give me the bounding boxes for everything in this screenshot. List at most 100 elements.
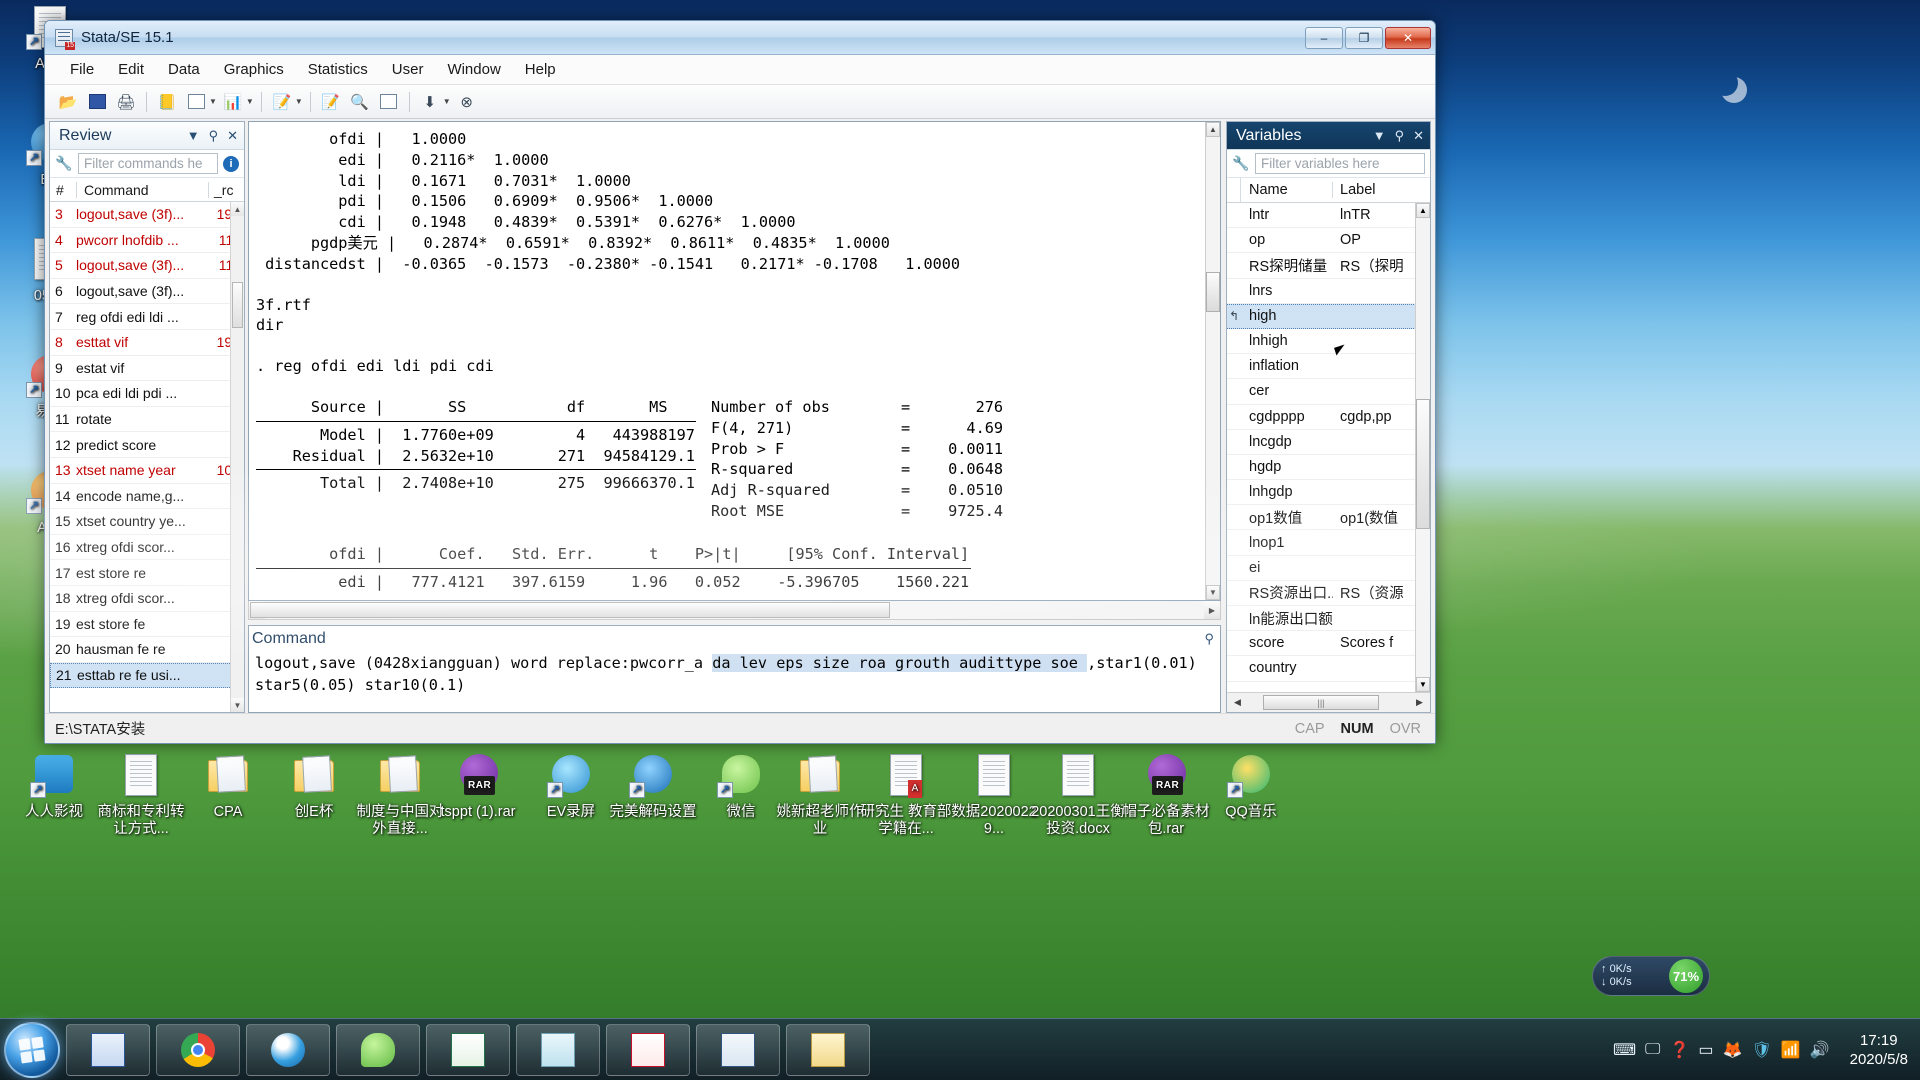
list-item[interactable]: ei (1227, 556, 1430, 581)
network-icon[interactable]: 📶 (1781, 1040, 1801, 1060)
taskbar-button-ie[interactable] (246, 1023, 330, 1076)
table-row[interactable]: 17 est store re (50, 560, 244, 586)
log-icon[interactable]: 📒 (154, 90, 180, 114)
table-row[interactable]: 15 xtset country ye... (50, 509, 244, 535)
scrollbar-thumb[interactable] (250, 602, 890, 618)
scroll-up-icon[interactable]: ▲ (1206, 122, 1220, 137)
chevron-down-icon[interactable]: ▼ (246, 97, 254, 106)
table-row[interactable]: 7 reg ofdi edi ldi ... (50, 304, 244, 330)
table-row[interactable]: 12 predict score (50, 432, 244, 458)
list-item[interactable]: cgdpppp cgdp,pp (1227, 405, 1430, 430)
taskbar-button-notes[interactable] (516, 1023, 600, 1076)
data-browser-icon[interactable]: 🔍 (347, 90, 373, 114)
table-row[interactable]: 20 hausman fe re (50, 637, 244, 663)
table-row[interactable]: 9 estat vif (50, 356, 244, 382)
variables-manager-icon[interactable] (376, 90, 402, 114)
list-item[interactable]: lnrs (1227, 279, 1430, 304)
table-row[interactable]: 18 xtreg ofdi scor... (50, 586, 244, 612)
results-vertical-scrollbar[interactable]: ▲ ▼ (1205, 122, 1220, 600)
scroll-left-icon[interactable]: ◀ (1229, 694, 1246, 711)
desktop-icon[interactable]: 数据20200229... (946, 752, 1042, 838)
menu-item-graphics[interactable]: Graphics (213, 57, 295, 82)
close-icon[interactable]: ✕ (1413, 128, 1424, 144)
pin-icon[interactable]: ⚲ (209, 128, 219, 144)
list-item[interactable]: RS资源出口... RS（资源 (1227, 581, 1430, 606)
break-icon[interactable]: ⊗ (454, 90, 480, 114)
menu-item-edit[interactable]: Edit (107, 57, 155, 82)
do-editor-icon[interactable]: 📝 (269, 90, 295, 114)
table-row[interactable]: 13 xtset name year 109 (50, 458, 244, 484)
table-row[interactable]: 5logout,save (3f)...111 (50, 253, 244, 279)
close-button[interactable]: ✕ (1385, 26, 1431, 49)
table-row[interactable]: 14 encode name,g... (50, 484, 244, 510)
list-item[interactable]: cer (1227, 379, 1430, 405)
taskbar-clock[interactable]: 17:19 2020/5/8 (1840, 1031, 1908, 1069)
variables-vertical-scrollbar[interactable]: ▲ ▼ (1415, 203, 1430, 692)
review-scrollbar[interactable]: ▲ ▼ (230, 202, 244, 712)
pin-icon[interactable]: ⚲ (1395, 128, 1405, 144)
info-icon[interactable]: i (223, 155, 239, 172)
desktop-icon[interactable]: CPA (180, 752, 276, 821)
minimize-button[interactable]: – (1305, 26, 1343, 49)
scrollbar-thumb[interactable] (1416, 399, 1430, 529)
help-icon[interactable]: ❓ (1669, 1040, 1689, 1060)
scroll-right-icon[interactable]: ▶ (1411, 694, 1428, 711)
print-icon[interactable]: 🖨 (113, 90, 139, 114)
desktop-icon[interactable]: QQ音乐 (1203, 752, 1299, 821)
table-row[interactable]: 4pwcorr lnofdib ...111 (50, 228, 244, 254)
results-horizontal-scrollbar[interactable]: ◀ ▶ (248, 601, 1221, 620)
list-item[interactable]: hgdp (1227, 455, 1430, 481)
scroll-down-icon[interactable]: ▼ (231, 698, 244, 712)
desktop-icon[interactable]: 商标和专利转让方式... (93, 752, 189, 838)
filter-icon[interactable]: ▼ (187, 128, 200, 144)
more-icon[interactable]: ⬇ (417, 90, 443, 114)
variables-horizontal-scrollbar[interactable]: ◀ ||| ▶ (1227, 692, 1430, 712)
table-row[interactable]: 3 logout,save (3f)... 199 (50, 202, 244, 228)
taskbar-button-acrobat[interactable] (606, 1023, 690, 1076)
keyboard-icon[interactable]: ⌨ (1613, 1040, 1636, 1060)
taskbar-button-explorer[interactable] (786, 1023, 870, 1076)
scroll-up-icon[interactable]: ▲ (231, 202, 244, 216)
window-titlebar[interactable]: Stata/SE 15.1 – ❐ ✕ (45, 21, 1435, 55)
save-icon[interactable] (84, 90, 110, 114)
pin-icon[interactable]: ⚲ (1204, 631, 1214, 647)
scrollbar-thumb[interactable]: ||| (1263, 695, 1379, 710)
network-speed-widget[interactable]: ↑ 0K/s ↓ 0K/s 71% (1592, 956, 1710, 996)
table-row[interactable]: 16 xtreg ofdi scor... (50, 535, 244, 561)
desktop-icon[interactable]: 姚新超老师作业 (772, 752, 868, 838)
scroll-right-icon[interactable]: ▶ (1204, 601, 1220, 619)
command-input[interactable]: logout,save (0428xiangguan) word replace… (249, 652, 1220, 712)
taskbar-button-excel[interactable] (426, 1023, 510, 1076)
filter-icon[interactable]: ▼ (1373, 128, 1386, 144)
table-row[interactable]: 6 logout,save (3f)... (50, 279, 244, 305)
list-item[interactable]: country (1227, 656, 1430, 682)
close-icon[interactable]: ✕ (227, 128, 238, 144)
list-item[interactable]: score Scores f (1227, 631, 1430, 657)
maximize-button[interactable]: ❐ (1345, 26, 1383, 49)
desktop-icon[interactable]: 创E杯 (266, 752, 362, 821)
list-item[interactable]: RS探明储量 RS（探明 (1227, 253, 1430, 279)
list-item[interactable]: lnop1 (1227, 530, 1430, 556)
list-item[interactable]: lncgdp (1227, 430, 1430, 455)
list-item[interactable]: lnhgdp (1227, 480, 1430, 506)
chevron-down-icon[interactable]: ▼ (295, 97, 303, 106)
desktop-icon[interactable]: 帽子必备素材包.rar (1118, 752, 1214, 838)
scrollbar-thumb[interactable] (232, 282, 243, 328)
desktop-icon[interactable]: 完美解码设置 (605, 752, 701, 821)
taskbar-button-wechat[interactable] (336, 1023, 420, 1076)
scroll-down-icon[interactable]: ▼ (1416, 677, 1430, 692)
table-row[interactable]: 11 rotate (50, 407, 244, 433)
open-icon[interactable]: 📂 (55, 90, 81, 114)
table-row[interactable]: 8 esttat vif 199 (50, 330, 244, 356)
taskbar-button-word[interactable] (66, 1023, 150, 1076)
list-item-selected[interactable]: ↰ high (1227, 303, 1430, 329)
list-item[interactable]: op OP (1227, 228, 1430, 254)
antivirus-icon[interactable]: 🦊 (1723, 1040, 1743, 1060)
wrench-icon[interactable]: 🔧 (1232, 155, 1250, 172)
desktop-icon[interactable]: 人人影视 (6, 752, 102, 821)
table-row-selected[interactable]: 21 esttab re fe usi... (50, 662, 244, 689)
table-row[interactable]: 19 est store fe (50, 612, 244, 638)
show-desktop-icon[interactable]: ▭ (1698, 1040, 1713, 1060)
data-editor-icon[interactable]: 📝 (318, 90, 344, 114)
taskbar-button-stata[interactable] (696, 1023, 780, 1076)
